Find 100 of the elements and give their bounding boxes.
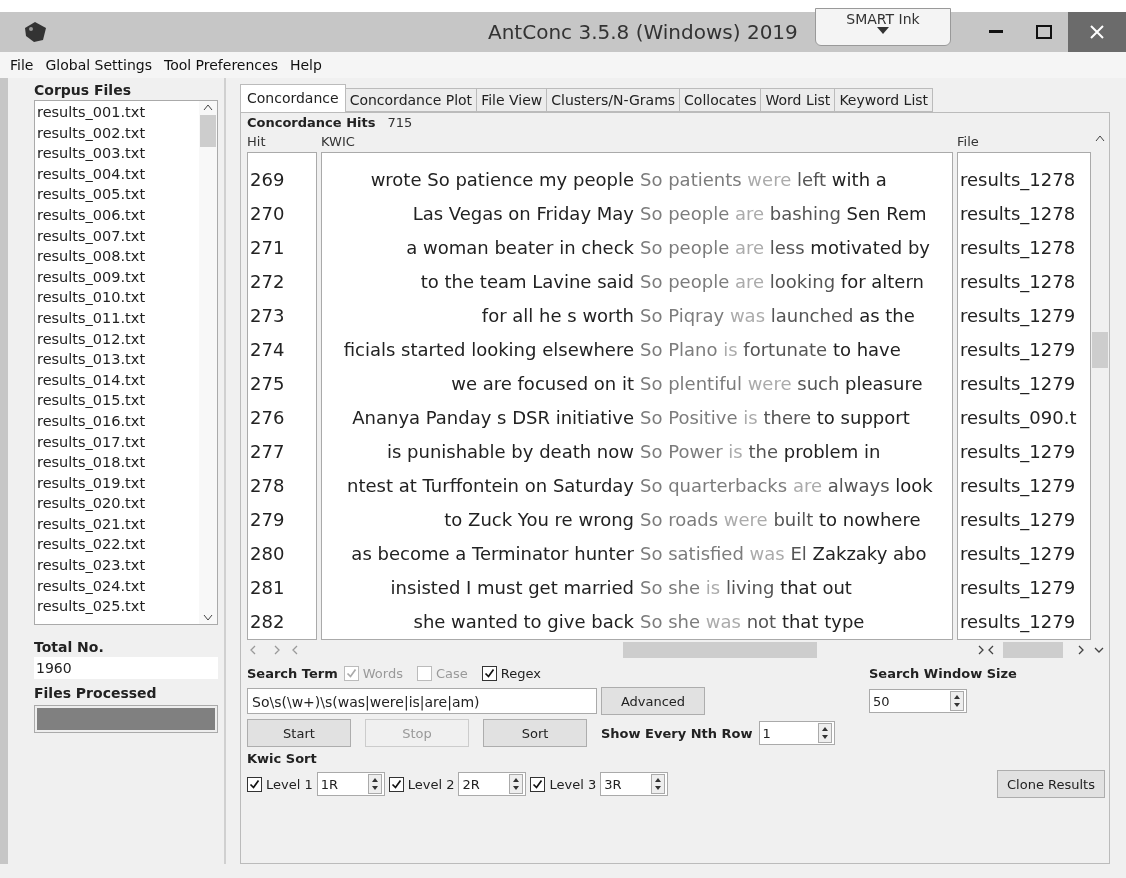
spin-arrows-icon[interactable] [509, 774, 524, 794]
menu-item[interactable]: Tool Preferences [157, 57, 284, 73]
corpus-entry[interactable]: results_010.txt [37, 287, 199, 308]
right-context: So quarterbacks are always look [640, 474, 934, 498]
scroll-thumb[interactable] [200, 115, 216, 147]
right-context: So people are less motivated by [640, 236, 931, 260]
spinner-field[interactable]: 1R [316, 772, 385, 796]
corpus-entry[interactable]: results_020.txt [37, 493, 199, 514]
tab[interactable]: File View [476, 88, 548, 112]
tab[interactable]: Concordance [240, 84, 346, 112]
corpus-entry[interactable]: results_007.txt [37, 225, 199, 247]
corpus-entry[interactable]: results_024.txt [37, 575, 199, 597]
menu-item[interactable]: Global Settings [39, 57, 158, 73]
menu-item[interactable]: Help [283, 57, 328, 73]
corpus-entry[interactable]: results_003.txt [37, 143, 199, 164]
left-context: wrote So patience my people [369, 168, 635, 192]
checkbox[interactable] [481, 666, 497, 681]
hits-count: 715 [387, 115, 413, 130]
left-context: insisted I must get married [389, 576, 635, 600]
corpus-entry[interactable]: results_014.txt [37, 369, 199, 391]
table-cell-text: 271 [249, 236, 286, 260]
spinner-field[interactable]: 50 [869, 689, 967, 713]
scroll-up-icon[interactable] [203, 103, 213, 111]
corpus-entry[interactable]: results_022.txt [37, 534, 199, 556]
scroll-thumb[interactable] [1092, 332, 1108, 368]
search-field[interactable]: So\s(\w+)\s(was|were|is|are|am) [247, 688, 597, 714]
corpus-entry[interactable]: results_012.txt [37, 328, 199, 350]
right-context: So she was not that type [640, 610, 866, 634]
corpus-entry[interactable]: results_023.txt [37, 555, 199, 576]
spin-arrows-icon[interactable] [651, 774, 666, 794]
scroll-down-icon[interactable] [203, 614, 213, 622]
table-cell-text: results_1278 [959, 202, 1077, 227]
checkbox[interactable] [388, 776, 404, 792]
table-cell-text: results_1279 [959, 338, 1077, 363]
left-context: ficials started looking elsewhere [342, 338, 635, 362]
scroll-thumb[interactable] [623, 642, 817, 658]
column-header: Hit [247, 133, 267, 151]
corpus-entry[interactable]: results_005.txt [37, 184, 199, 205]
corpus-entry[interactable]: results_008.txt [37, 246, 199, 267]
tab[interactable]: Keyword List [834, 88, 934, 112]
spin-arrows-icon[interactable] [367, 774, 382, 794]
section-title: Corpus Files [34, 82, 132, 98]
left-context: to Zuck You re wrong [443, 508, 635, 532]
left-context: she wanted to give back [412, 610, 635, 634]
menu-item[interactable]: File [4, 57, 40, 73]
table-cell-text: 270 [249, 202, 286, 226]
caret-icon [877, 27, 889, 34]
hits-label: Concordance Hits [247, 115, 376, 130]
scroll-up-icon[interactable] [1095, 134, 1105, 142]
corpus-entry[interactable]: results_011.txt [37, 307, 199, 329]
option-label: Regex [500, 666, 541, 681]
scroll-thumb[interactable] [1003, 642, 1063, 658]
corpus-entry[interactable]: results_009.txt [37, 266, 199, 288]
corpus-entry[interactable]: results_004.txt [37, 163, 199, 185]
corpus-entry[interactable]: results_021.txt [37, 513, 199, 535]
table-cell-text: 269 [249, 168, 286, 192]
action-button[interactable]: Start [247, 719, 351, 747]
spin-arrows-icon[interactable] [950, 691, 964, 711]
tab[interactable]: Collocates [679, 88, 762, 112]
tab[interactable]: Concordance Plot [344, 88, 478, 112]
checkbox[interactable] [530, 776, 546, 792]
table-cell-text: 274 [249, 338, 286, 362]
close-icon [1090, 25, 1104, 39]
clone-results-button[interactable]: Clone Results [997, 770, 1105, 798]
table-cell-text: results_1278 [959, 168, 1077, 193]
table-cell-text: 277 [249, 440, 286, 464]
table-cell-text: results_1278 [959, 236, 1077, 261]
corpus-entry[interactable]: results_025.txt [37, 596, 199, 617]
left-context: Las Vegas on Friday May [411, 202, 635, 226]
corpus-entry[interactable]: results_013.txt [37, 349, 199, 370]
table-cell-text: results_1279 [959, 508, 1077, 533]
table-cell-text: results_1279 [959, 576, 1077, 601]
spinner-field[interactable]: 1 [758, 721, 835, 745]
corpus-entry[interactable]: results_015.txt [37, 390, 199, 411]
corpus-entry[interactable]: results_017.txt [37, 431, 199, 453]
corpus-entry[interactable]: results_001.txt [37, 102, 199, 123]
spinner-field[interactable]: 3R [600, 772, 669, 796]
close-button[interactable] [1068, 12, 1126, 52]
table-cell-text: results_1279 [959, 474, 1077, 499]
table-cell-text: results_1279 [959, 440, 1077, 465]
spin-arrows-icon[interactable] [817, 723, 832, 743]
checkbox[interactable] [247, 776, 262, 792]
app-logo-icon [22, 20, 48, 44]
action-button[interactable]: Sort [483, 719, 587, 747]
table-cell-text: 281 [249, 576, 286, 600]
table-cell-text: 279 [249, 508, 286, 532]
tab[interactable]: Clusters/N-Grams [546, 88, 681, 112]
advanced-button[interactable]: Advanced [601, 687, 705, 715]
table-cell-text: results_1279 [959, 304, 1077, 329]
spinner-field[interactable]: 2R [458, 772, 527, 796]
corpus-entry[interactable]: results_002.txt [37, 122, 199, 144]
corpus-entry[interactable]: results_016.txt [37, 410, 199, 432]
maximize-icon [1036, 25, 1052, 39]
total-field: 1960 [34, 657, 218, 679]
ink-button[interactable]: SMART Ink [815, 8, 951, 46]
corpus-entry[interactable]: results_006.txt [37, 204, 199, 226]
option-label: Level 3 [549, 776, 597, 792]
tab[interactable]: Word List [760, 88, 836, 112]
corpus-entry[interactable]: results_018.txt [37, 452, 199, 473]
corpus-entry[interactable]: results_019.txt [37, 472, 199, 494]
